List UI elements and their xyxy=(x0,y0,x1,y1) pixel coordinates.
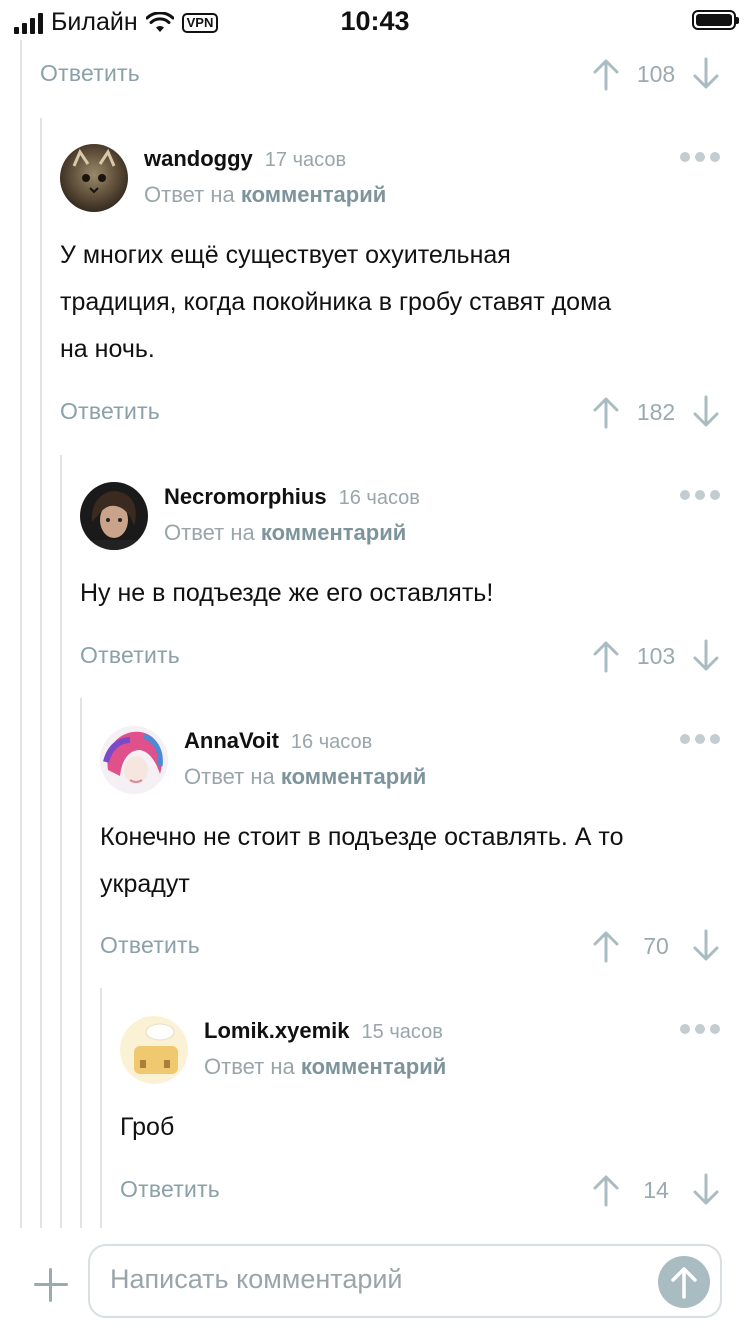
vote-count: 103 xyxy=(636,642,676,669)
reply-to: Ответ на комментарий xyxy=(144,182,387,207)
reply-to: Ответ на комментарий xyxy=(164,520,407,545)
reply-to: Ответ на комментарий xyxy=(184,764,427,789)
upvote-arrow-icon[interactable] xyxy=(592,1173,620,1207)
more-options-icon[interactable] xyxy=(680,152,720,162)
comment-time: 15 часов xyxy=(361,1021,443,1043)
battery-icon xyxy=(692,10,739,30)
status-bar: Билайн VPN 10:43 xyxy=(0,0,750,40)
username[interactable]: Necromorphius xyxy=(164,484,327,509)
avatar[interactable] xyxy=(80,482,148,550)
more-options-icon[interactable] xyxy=(680,490,720,500)
arrow-up-icon xyxy=(671,1267,697,1299)
downvote-arrow-icon[interactable] xyxy=(692,57,720,91)
reply-link[interactable]: Ответить xyxy=(40,60,140,87)
upvote-arrow-icon[interactable] xyxy=(592,57,620,91)
upvote-arrow-icon[interactable] xyxy=(592,639,620,673)
thread-line xyxy=(100,988,102,1228)
more-options-icon[interactable] xyxy=(680,734,720,744)
thread-line xyxy=(40,118,42,1228)
username[interactable]: AnnaVoit xyxy=(184,728,279,753)
comment-time: 16 часов xyxy=(290,731,373,753)
reply-to: Ответ на комментарий xyxy=(204,1054,447,1079)
send-button[interactable] xyxy=(658,1256,710,1308)
comment-actions: Ответить 108 xyxy=(40,54,720,94)
username[interactable]: wandoggy xyxy=(144,146,253,171)
clock: 10:43 xyxy=(340,6,410,36)
comment-time: 16 часов xyxy=(338,487,420,509)
comment-text: Конечно не стоит в подъезде оставлять. А… xyxy=(100,823,624,898)
comment-actions: Ответить 103 xyxy=(80,636,720,676)
thread-line xyxy=(20,40,22,1228)
reply-link[interactable]: Ответить xyxy=(80,642,180,669)
comment-actions: Ответить 182 xyxy=(60,392,720,432)
comment-text: Гроб xyxy=(120,1113,175,1141)
thread-line xyxy=(80,698,82,1228)
comment-input[interactable]: Написать комментарий xyxy=(88,1244,722,1318)
reply-to-link[interactable]: комментарий xyxy=(281,764,426,789)
comment-actions: Ответить 70 xyxy=(100,926,720,966)
upvote-arrow-icon[interactable] xyxy=(592,929,620,963)
comment-time: 17 часов xyxy=(264,149,347,171)
vote-count: 108 xyxy=(636,60,676,87)
comment-text: Ну не в подъезде же его оставлять! xyxy=(80,579,494,607)
comment-actions: Ответить 14 xyxy=(120,1170,720,1210)
comment-text: У многих ещё существует охуительная трад… xyxy=(60,241,612,363)
thread-line xyxy=(60,455,62,1228)
comment: AnnaVoit 16 часов Ответ на комментарий Ко… xyxy=(100,726,720,926)
more-options-icon[interactable] xyxy=(680,1024,720,1034)
comment: Lomik.xyemik 15 часов Ответ на комментари… xyxy=(120,1016,720,1166)
avatar[interactable] xyxy=(100,726,168,794)
comment: Necromorphius 16 часов Ответ на комментар… xyxy=(80,482,720,632)
avatar[interactable] xyxy=(60,144,128,212)
vote-count: 14 xyxy=(643,1176,669,1203)
downvote-arrow-icon[interactable] xyxy=(692,1173,720,1207)
reply-to-link[interactable]: комментарий xyxy=(261,520,406,545)
reply-to-link[interactable]: комментарий xyxy=(301,1054,446,1079)
reply-link[interactable]: Ответить xyxy=(60,398,160,425)
vote-count: 182 xyxy=(636,398,676,425)
downvote-arrow-icon[interactable] xyxy=(692,639,720,673)
upvote-arrow-icon[interactable] xyxy=(592,395,620,429)
plus-icon[interactable] xyxy=(34,1268,68,1302)
avatar[interactable] xyxy=(120,1016,188,1084)
comment-input-placeholder: Написать комментарий xyxy=(110,1264,403,1294)
reply-to-link[interactable]: комментарий xyxy=(241,182,386,207)
vote-count: 70 xyxy=(643,932,669,959)
downvote-arrow-icon[interactable] xyxy=(692,395,720,429)
reply-link[interactable]: Ответить xyxy=(100,932,200,959)
reply-link[interactable]: Ответить xyxy=(120,1176,220,1203)
username[interactable]: Lomik.xyemik xyxy=(204,1018,350,1043)
comment-composer: Написать комментарий xyxy=(0,1230,750,1334)
downvote-arrow-icon[interactable] xyxy=(692,929,720,963)
